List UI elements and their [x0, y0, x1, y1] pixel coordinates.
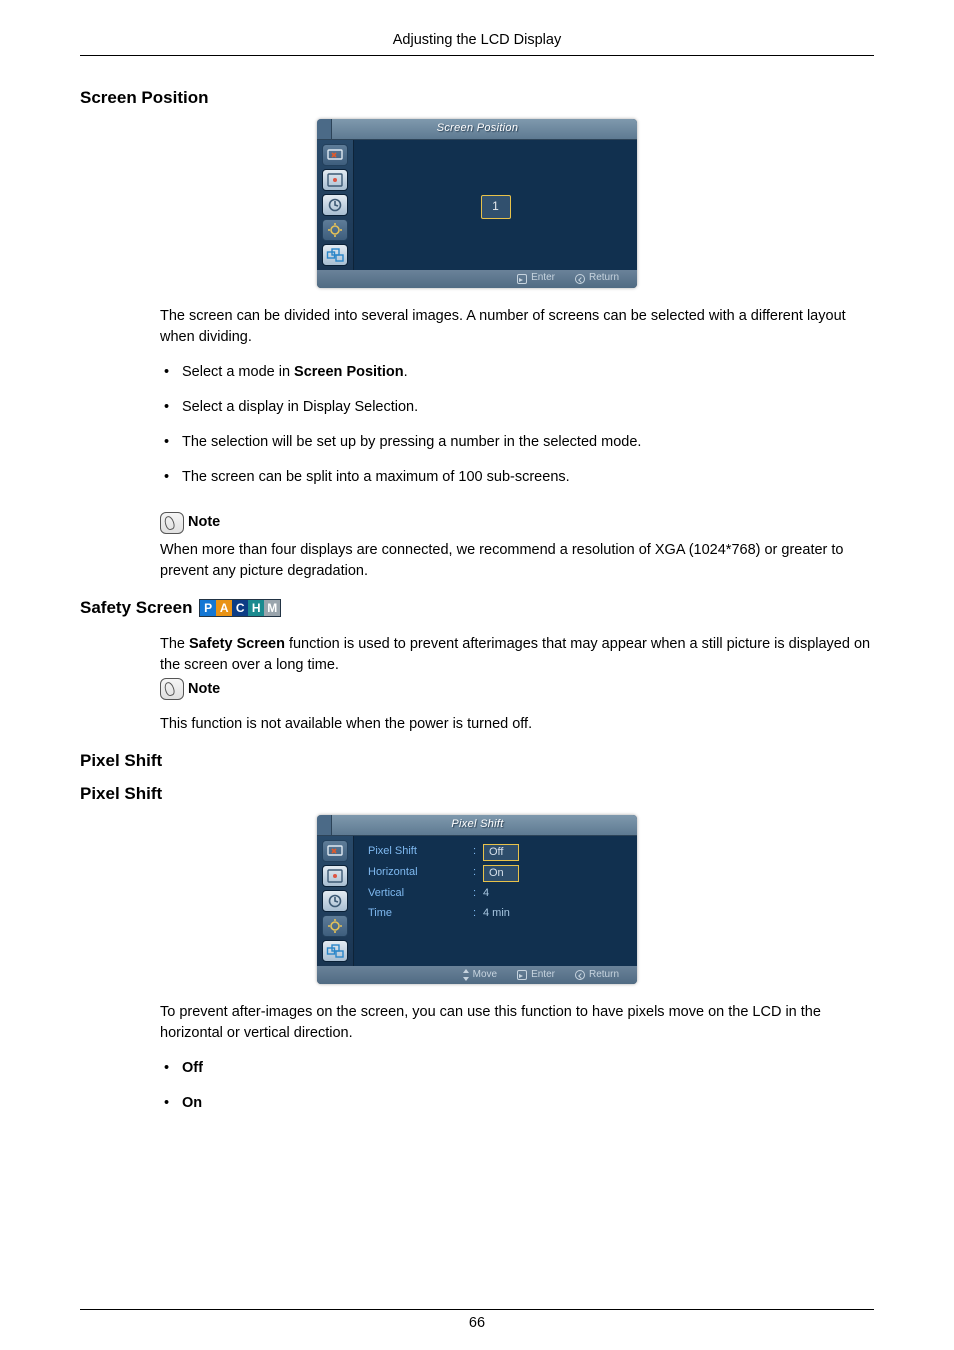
- screen-position-intro: The screen can be divided into several i…: [160, 306, 874, 348]
- footer-enter: Enter: [517, 271, 555, 286]
- multi-icon: [322, 940, 348, 962]
- pixel-shift-value: Off: [483, 844, 519, 861]
- multi-icon: [322, 244, 348, 266]
- footer-enter: Enter: [517, 968, 555, 983]
- osd-title: Pixel Shift: [332, 817, 623, 833]
- horizontal-value: On: [483, 865, 519, 882]
- option-on: On: [160, 1093, 874, 1114]
- position-number[interactable]: 1: [481, 195, 511, 219]
- screen-position-list: Select a mode in Screen Position. Select…: [160, 362, 874, 488]
- pixel-shift-osd: Pixel Shift: [80, 815, 874, 984]
- pixel-shift-heading-2: Pixel Shift: [80, 782, 874, 807]
- header-title: Adjusting the LCD Display: [393, 30, 561, 51]
- list-item: Select a display in Display Selection.: [160, 397, 874, 418]
- osd-titlebar: Screen Position: [317, 119, 637, 140]
- note: Note: [160, 678, 874, 700]
- mode-c-icon: C: [232, 600, 248, 616]
- settings-icon: [322, 915, 348, 937]
- screen-position-heading: Screen Position: [80, 86, 874, 111]
- osd-sidebar: [317, 836, 354, 966]
- menu-row-pixel-shift[interactable]: Pixel Shift: Off: [368, 844, 623, 861]
- note-icon: [160, 512, 184, 534]
- page-footer: 66: [0, 1309, 954, 1334]
- picture-icon: [322, 865, 348, 887]
- list-item: The screen can be split into a maximum o…: [160, 467, 874, 488]
- safety-screen-modes: P A C H M: [199, 599, 281, 617]
- osd-sidebar: [317, 140, 354, 270]
- menu-row-vertical[interactable]: Vertical: 4: [368, 886, 623, 902]
- osd-footer: Move Enter Return: [317, 966, 637, 984]
- input-icon: [322, 840, 348, 862]
- pixel-shift-para: To prevent after-images on the screen, y…: [160, 1002, 874, 1044]
- picture-icon: [322, 169, 348, 191]
- footer-move: Move: [459, 968, 497, 983]
- screen-position-osd: Screen Position: [80, 119, 874, 288]
- note-label: Note: [188, 679, 220, 700]
- note-icon: [160, 678, 184, 700]
- page-header: Adjusting the LCD Display: [80, 30, 874, 56]
- note-label: Note: [188, 512, 220, 533]
- vertical-value: 4: [483, 886, 489, 902]
- menu-row-horizontal[interactable]: Horizontal: On: [368, 865, 623, 882]
- footer-return: Return: [575, 271, 619, 286]
- osd-titlebar: Pixel Shift: [317, 815, 637, 836]
- osd-title: Screen Position: [332, 121, 623, 137]
- list-item: The selection will be set up by pressing…: [160, 432, 874, 453]
- note: Note: [160, 512, 874, 534]
- mode-m-icon: M: [264, 600, 280, 616]
- menu-row-time[interactable]: Time: 4 min: [368, 906, 623, 922]
- input-icon: [322, 144, 348, 166]
- osd-content: Pixel Shift: Off Horizontal: On Vertical…: [354, 836, 637, 966]
- pixel-shift-heading-1: Pixel Shift: [80, 749, 874, 774]
- note-text: When more than four displays are connect…: [160, 540, 874, 582]
- time-icon: [322, 194, 348, 216]
- osd-footer: Enter Return: [317, 270, 637, 288]
- option-off: Off: [160, 1058, 874, 1079]
- mode-p-icon: P: [200, 600, 216, 616]
- pixel-shift-options: Off On: [160, 1058, 874, 1114]
- osd-content: 1: [354, 140, 637, 270]
- footer-return: Return: [575, 968, 619, 983]
- list-item: Select a mode in Screen Position.: [160, 362, 874, 383]
- settings-icon: [322, 219, 348, 241]
- time-value: 4 min: [483, 906, 510, 922]
- mode-a-icon: A: [216, 600, 232, 616]
- mode-h-icon: H: [248, 600, 264, 616]
- page-number: 66: [469, 1315, 485, 1331]
- safety-screen-heading: Safety Screen P A C H M: [80, 596, 874, 621]
- note-text: This function is not available when the …: [160, 714, 874, 735]
- time-icon: [322, 890, 348, 912]
- safety-screen-text: The Safety Screen function is used to pr…: [160, 634, 874, 676]
